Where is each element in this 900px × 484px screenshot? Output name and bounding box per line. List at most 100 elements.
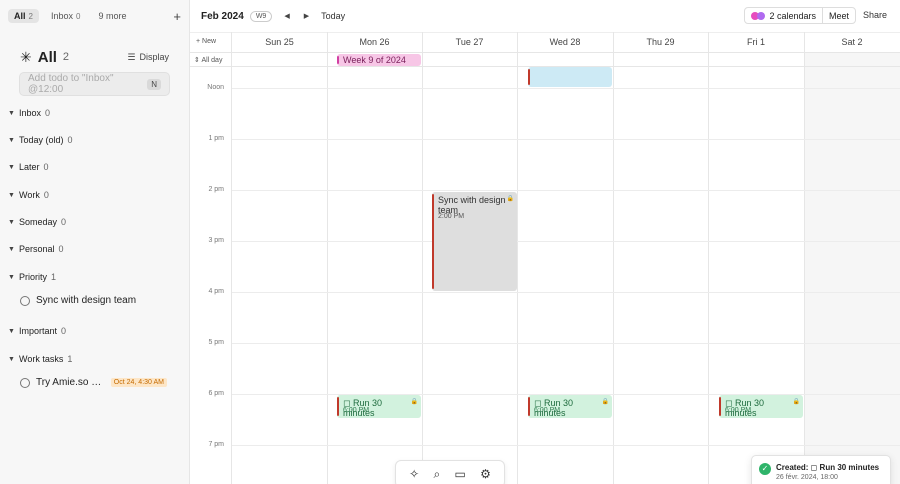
chevron-down-icon: ▼ <box>8 191 15 199</box>
time-label: 6 pm <box>208 390 224 397</box>
column-divider <box>613 32 614 484</box>
sidebar-tabs: All 2 Inbox 0 9 more + <box>8 7 181 25</box>
chevron-down-icon: ▼ <box>8 163 15 171</box>
time-label: 3 pm <box>208 237 224 244</box>
chevron-down-icon: ▼ <box>8 355 15 363</box>
group-someday[interactable]: ▼ Someday 0 <box>8 217 66 227</box>
event-color-bar <box>337 397 339 416</box>
list-item[interactable]: Sync with design team <box>20 295 167 306</box>
lock-icon: 🔒 <box>506 196 514 202</box>
lock-icon: 🔒 <box>792 399 800 405</box>
day-header-row: + New Sun 25 Mon 26 Tue 27 Wed 28 Thu 29… <box>190 32 900 52</box>
group-later[interactable]: ▼ Later 0 <box>8 162 49 172</box>
check-icon: ✓ <box>759 463 771 475</box>
group-personal[interactable]: ▼ Personal 0 <box>8 244 64 254</box>
hour-line <box>232 88 900 89</box>
day-header-tue[interactable]: Tue 27 <box>422 37 517 47</box>
calendar-actions: 2 calendars Meet <box>744 7 856 24</box>
hour-line <box>232 292 900 293</box>
calendar-dots-icon <box>751 11 766 20</box>
event-color-bar <box>528 397 530 416</box>
event-color-bar <box>432 194 434 289</box>
day-header-fri[interactable]: Fri 1 <box>708 37 804 47</box>
floating-toolbar: ✧ ⌕ ▭ ⚙ <box>395 460 505 484</box>
week-badge: W9 <box>249 10 273 22</box>
all-day-row: ⇕ All day <box>190 52 900 67</box>
group-work-tasks[interactable]: ▼ Work tasks 1 <box>8 354 72 364</box>
hour-line <box>232 445 900 446</box>
time-label: 2 pm <box>208 186 224 193</box>
tab-all[interactable]: All 2 <box>8 9 39 23</box>
hour-line <box>232 343 900 344</box>
group-important[interactable]: ▼ Important 0 <box>8 326 66 336</box>
shortcut-key: N <box>147 78 161 90</box>
list-count: 2 <box>62 51 70 63</box>
chevron-down-icon: ▼ <box>8 218 15 226</box>
group-priority[interactable]: ▼ Priority 1 <box>8 272 56 282</box>
add-todo-placeholder: Add todo to "Inbox" @12:00 <box>28 73 114 95</box>
calendar-event-run[interactable]: ◻ Run 30 minutes 6:00 PM 🔒 <box>337 395 421 418</box>
tab-inbox[interactable]: Inbox 0 <box>45 9 86 23</box>
sparkle-icon[interactable]: ✧ <box>409 467 419 481</box>
add-todo-input[interactable]: Add todo to "Inbox" @12:00 N <box>19 72 170 96</box>
chevron-down-icon: ▼ <box>8 327 15 335</box>
display-button[interactable]: ☰ Display <box>127 52 169 63</box>
day-header-sat[interactable]: Sat 2 <box>804 37 900 47</box>
day-header-sun[interactable]: Sun 25 <box>232 37 327 47</box>
all-day-event[interactable]: Week 9 of 2024 <box>337 54 421 66</box>
calendar-event-run[interactable]: ◻ Run 30 minutes 6:00 PM 🔒 <box>719 395 803 418</box>
tab-more[interactable]: 9 more <box>92 9 132 23</box>
due-badge: Oct 24, 4:30 AM <box>110 378 167 387</box>
search-icon[interactable]: ⌕ <box>433 467 440 482</box>
column-divider <box>708 32 709 484</box>
add-list-plus-icon[interactable]: + <box>173 10 181 23</box>
sliders-icon: ☰ <box>127 51 136 62</box>
gear-icon[interactable]: ⚙ <box>480 467 491 481</box>
meet-button[interactable]: Meet <box>821 8 855 23</box>
calendar-event-sync[interactable]: Sync with design team 2:00 PM 🔒 <box>432 192 517 291</box>
calendars-button[interactable]: 2 calendars <box>745 8 822 23</box>
time-label: Noon <box>207 84 224 91</box>
column-divider <box>804 32 805 484</box>
column-divider <box>517 32 518 484</box>
hour-line <box>232 139 900 140</box>
toast-title: Created: ◻ Run 30 minutes <box>776 463 880 472</box>
group-inbox[interactable]: ▼ Inbox 0 <box>8 108 50 118</box>
time-label: 4 pm <box>208 288 224 295</box>
calendar-grid[interactable]: Noon 1 pm 2 pm 3 pm 4 pm 5 pm 6 pm 7 pm <box>190 32 900 484</box>
calendar-event[interactable] <box>528 67 612 87</box>
asterisk-icon: ✳ <box>20 48 32 65</box>
day-header-thu[interactable]: Thu 29 <box>613 37 708 47</box>
group-work[interactable]: ▼ Work 0 <box>8 190 49 200</box>
all-day-label[interactable]: ⇕ All day <box>194 56 222 64</box>
sidebar-toggle-icon[interactable]: ▭ <box>454 467 465 481</box>
share-button[interactable]: Share <box>863 10 887 20</box>
calendar-event-run[interactable]: ◻ Run 30 minutes 6:00 PM 🔒 <box>528 395 612 418</box>
day-header-mon[interactable]: Mon 26 <box>327 37 422 47</box>
column-divider <box>231 32 232 484</box>
toast-subtitle: 26 févr. 2024, 18:00 <box>776 474 838 481</box>
next-week-button[interactable]: ▶ <box>304 12 309 20</box>
column-divider <box>327 32 328 484</box>
new-event-button[interactable]: + New <box>196 38 216 45</box>
chevron-down-icon: ▼ <box>8 109 15 117</box>
todo-checkbox[interactable] <box>20 377 30 388</box>
event-color-bar <box>337 56 339 64</box>
sidebar: All 2 Inbox 0 9 more + ✳ All 2 ☰ Display A… <box>0 0 190 484</box>
chevron-down-icon: ▼ <box>8 245 15 253</box>
chevron-down-icon: ▼ <box>8 136 15 144</box>
lock-icon: 🔒 <box>410 399 418 405</box>
list-item[interactable]: Try Amie.so calendar Oct 24, 4:30 AM <box>20 377 167 388</box>
prev-week-button[interactable]: ◀ <box>284 12 289 20</box>
list-title: All <box>37 48 57 66</box>
column-divider <box>422 32 423 484</box>
todo-checkbox[interactable] <box>20 295 30 306</box>
month-title: Feb 2024 <box>201 10 244 22</box>
chevron-down-icon: ▼ <box>8 273 15 281</box>
toast-notification[interactable]: ✓ Created: ◻ Run 30 minutes 26 févr. 202… <box>751 455 891 484</box>
group-today-old[interactable]: ▼ Today (old) 0 <box>8 135 73 145</box>
day-header-wed[interactable]: Wed 28 <box>517 37 613 47</box>
hour-line <box>232 241 900 242</box>
today-button[interactable]: Today <box>321 11 345 21</box>
time-label: 5 pm <box>208 339 224 346</box>
